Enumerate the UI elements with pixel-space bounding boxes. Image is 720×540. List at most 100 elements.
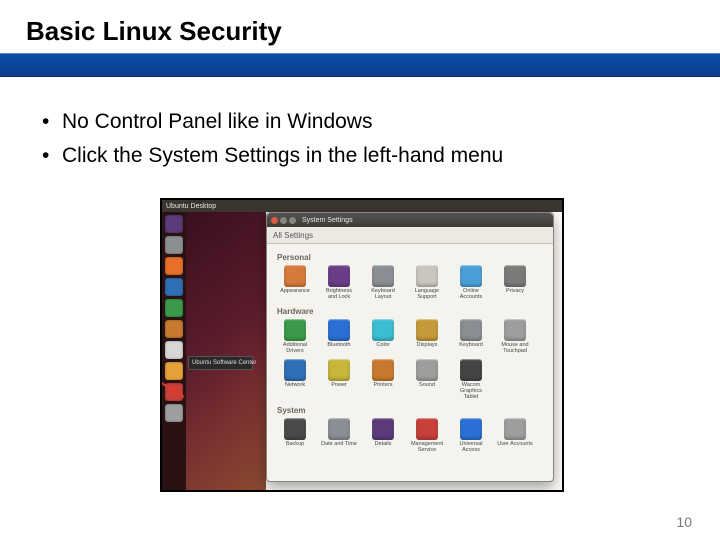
- settings-item-label: Language Support: [409, 289, 445, 301]
- minimize-icon[interactable]: [280, 217, 287, 224]
- settings-item[interactable]: Additional Drivers: [277, 319, 313, 355]
- slide-title: Basic Linux Security: [0, 12, 720, 53]
- launcher-dash-icon[interactable]: [165, 215, 183, 233]
- settings-item-label: Universal Access: [453, 442, 489, 454]
- settings-item[interactable]: User Accounts: [497, 418, 533, 454]
- settings-item-label: Printers: [374, 383, 393, 395]
- settings-item[interactable]: Power: [321, 359, 357, 400]
- settings-item-icon: [328, 359, 350, 381]
- settings-item[interactable]: Backup: [277, 418, 313, 454]
- settings-item-label: Wacom Graphics Tablet: [453, 383, 489, 400]
- settings-item-label: Keyboard Layout: [365, 289, 401, 301]
- settings-item-icon: [372, 265, 394, 287]
- launcher-software-icon[interactable]: [165, 341, 183, 359]
- section-heading: Hardware: [277, 307, 543, 316]
- settings-item-label: Additional Drivers: [277, 343, 313, 355]
- section-heading: System: [277, 406, 543, 415]
- settings-item-label: Date and Time: [321, 442, 357, 454]
- settings-item[interactable]: Privacy: [497, 265, 533, 301]
- slide: Basic Linux Security • No Control Panel …: [0, 0, 720, 540]
- settings-item-icon: [504, 265, 526, 287]
- settings-item-icon: [460, 418, 482, 440]
- breadcrumb[interactable]: All Settings: [273, 231, 313, 240]
- settings-item-label: Network: [285, 383, 305, 395]
- settings-item-icon: [372, 359, 394, 381]
- desktop-wallpaper: [186, 212, 266, 490]
- close-icon[interactable]: [271, 217, 278, 224]
- settings-item-icon: [460, 359, 482, 381]
- bullet-list: • No Control Panel like in Windows • Cli…: [42, 110, 503, 178]
- window-titlebar: System Settings: [267, 213, 553, 227]
- settings-item[interactable]: Appearance: [277, 265, 313, 301]
- bullet-text: Click the System Settings in the left-ha…: [58, 144, 503, 168]
- unity-launcher: [162, 212, 186, 490]
- settings-item[interactable]: Management Service: [409, 418, 445, 454]
- window-title: System Settings: [302, 217, 353, 224]
- settings-item[interactable]: Color: [365, 319, 401, 355]
- settings-item[interactable]: Wacom Graphics Tablet: [453, 359, 489, 400]
- settings-item[interactable]: Network: [277, 359, 313, 400]
- settings-item-label: Privacy: [506, 289, 524, 301]
- launcher-trash-icon[interactable]: [165, 404, 183, 422]
- page-number: 10: [676, 514, 692, 530]
- settings-item[interactable]: Printers: [365, 359, 401, 400]
- settings-item[interactable]: Date and Time: [321, 418, 357, 454]
- settings-item-icon: [372, 319, 394, 341]
- settings-item-icon: [284, 319, 306, 341]
- title-bar: Basic Linux Security: [0, 12, 720, 77]
- ubuntu-screenshot: Ubuntu Desktop Ubuntu Software Center Sy…: [160, 198, 564, 492]
- settings-item-icon: [284, 359, 306, 381]
- settings-item-label: Bluetooth: [327, 343, 350, 355]
- settings-grid: Backup Date and Time Details Management Ser…: [277, 418, 543, 454]
- settings-item-label: Appearance: [280, 289, 310, 301]
- settings-item-label: User Accounts: [497, 442, 532, 454]
- settings-item[interactable]: Mouse and Touchpad: [497, 319, 533, 355]
- launcher-firefox-icon[interactable]: [165, 257, 183, 275]
- settings-item-label: Brightness and Lock: [321, 289, 357, 301]
- settings-item-icon: [504, 319, 526, 341]
- settings-item-icon: [284, 265, 306, 287]
- window-toolbar: All Settings: [267, 227, 553, 244]
- window-body: Personal Appearance Brightness and Lock Key…: [267, 243, 553, 481]
- launcher-writer-icon[interactable]: [165, 278, 183, 296]
- settings-grid: Appearance Brightness and Lock Keyboard La…: [277, 265, 543, 301]
- launcher-calc-icon[interactable]: [165, 299, 183, 317]
- bullet-dot: •: [42, 110, 58, 134]
- settings-item-label: Color: [376, 343, 389, 355]
- settings-item[interactable]: Universal Access: [453, 418, 489, 454]
- settings-item[interactable]: Keyboard: [453, 319, 489, 355]
- settings-item-icon: [416, 265, 438, 287]
- bullet-item: • No Control Panel like in Windows: [42, 110, 503, 134]
- bullet-item: • Click the System Settings in the left-…: [42, 144, 503, 168]
- launcher-files-icon[interactable]: [165, 236, 183, 254]
- settings-item-icon: [328, 418, 350, 440]
- section-heading: Personal: [277, 253, 543, 262]
- maximize-icon[interactable]: [289, 217, 296, 224]
- settings-item-label: Sound: [419, 383, 435, 395]
- launcher-amazon-icon[interactable]: [165, 362, 183, 380]
- settings-item-icon: [504, 418, 526, 440]
- settings-item-label: Details: [375, 442, 392, 454]
- settings-item[interactable]: Brightness and Lock: [321, 265, 357, 301]
- settings-item[interactable]: Online Accounts: [453, 265, 489, 301]
- settings-item-icon: [372, 418, 394, 440]
- settings-item[interactable]: Details: [365, 418, 401, 454]
- blue-accent-band: [0, 53, 720, 77]
- desktop-top-panel: Ubuntu Desktop: [162, 200, 562, 212]
- system-settings-window: System Settings All Settings Personal App…: [266, 212, 554, 482]
- settings-item-icon: [328, 319, 350, 341]
- settings-item-icon: [460, 319, 482, 341]
- settings-item[interactable]: Sound: [409, 359, 445, 400]
- settings-item[interactable]: Displays: [409, 319, 445, 355]
- settings-item[interactable]: Keyboard Layout: [365, 265, 401, 301]
- desktop-top-label: Ubuntu Desktop: [166, 203, 558, 210]
- settings-item-icon: [416, 319, 438, 341]
- launcher-impress-icon[interactable]: [165, 320, 183, 338]
- settings-item-label: Displays: [417, 343, 438, 355]
- settings-item-label: Backup: [286, 442, 304, 454]
- settings-item[interactable]: Language Support: [409, 265, 445, 301]
- settings-item[interactable]: Bluetooth: [321, 319, 357, 355]
- settings-item-icon: [284, 418, 306, 440]
- settings-item-icon: [328, 265, 350, 287]
- bullet-dot: •: [42, 144, 58, 168]
